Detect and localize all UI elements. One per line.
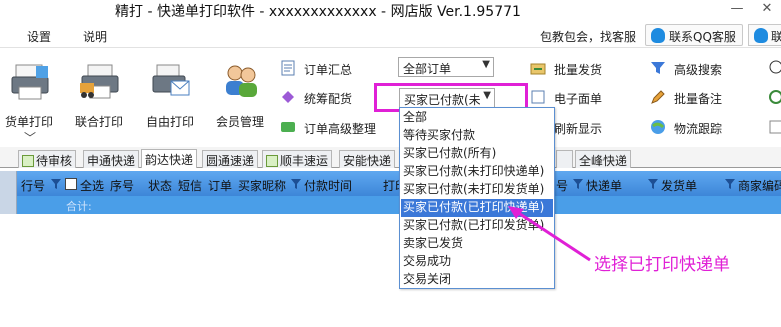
- tab-pending-review[interactable]: 待审核: [18, 150, 77, 168]
- clock-icon[interactable]: [768, 59, 781, 75]
- e-waybill-label: 电子面单: [554, 92, 603, 106]
- refresh-label: 刷新显示: [554, 122, 603, 136]
- col-pay-time[interactable]: 付款时间: [304, 177, 352, 194]
- refresh-round-icon[interactable]: [768, 89, 781, 105]
- tab-quanfeng[interactable]: 全峰快递: [575, 150, 632, 168]
- total-label: 合计:: [66, 200, 92, 213]
- tab-label: 申通快递: [87, 154, 136, 168]
- summary-icon: [281, 60, 295, 76]
- row-indicator-column: [0, 171, 17, 214]
- filter-icon[interactable]: [725, 179, 735, 189]
- chevron-down-icon[interactable]: ﹀: [24, 129, 36, 146]
- col-select-all[interactable]: 全选: [80, 177, 104, 194]
- tab-hidden[interactable]: [556, 150, 573, 168]
- tab-label: 待审核: [36, 154, 73, 168]
- members-icon: [226, 65, 257, 97]
- col-sms[interactable]: 短信: [178, 177, 202, 194]
- pencil-icon: [651, 90, 665, 104]
- col-seq[interactable]: 序号: [110, 177, 134, 194]
- promo-text: 包教包会，找客服: [540, 30, 637, 44]
- batch-note-label: 批量备注: [674, 92, 723, 106]
- funnel-icon: [651, 62, 665, 74]
- free-print-label: 自由打印: [145, 115, 194, 129]
- col-number[interactable]: 号: [556, 177, 568, 194]
- qq-support-label-2: 联系: [771, 30, 781, 44]
- menu-bar: 设置 说明 包教包会，找客服 联系QQ客服 联系: [0, 22, 781, 48]
- filter-icon[interactable]: [573, 179, 583, 189]
- member-manage-label: 会员管理: [215, 115, 264, 129]
- col-status[interactable]: 状态: [148, 177, 172, 194]
- tab-label: 圆通速递: [206, 154, 255, 168]
- qq-support-button[interactable]: 联系QQ客服: [645, 24, 743, 46]
- menu-settings[interactable]: 设置: [27, 28, 51, 45]
- status-option-closed[interactable]: 交易关闭: [401, 271, 553, 289]
- col-order[interactable]: 订单: [208, 177, 232, 194]
- joint-print-button[interactable]: 联合打印: [66, 57, 132, 137]
- annotation-text: 选择已打印快递单: [594, 255, 730, 275]
- select-all-checkbox[interactable]: [65, 178, 77, 190]
- chevron-down-icon: ▼: [482, 59, 490, 70]
- tab-label: 全峰快递: [579, 154, 628, 168]
- order-type-select[interactable]: 全部订单 ▼: [398, 57, 494, 77]
- logistics-track-label: 物流跟踪: [674, 122, 723, 136]
- status-option-all[interactable]: 全部: [401, 109, 553, 127]
- qq-icon: [651, 28, 665, 43]
- tab-sto[interactable]: 申通快递: [83, 150, 140, 168]
- advanced-org-label: 订单高级整理: [304, 122, 377, 136]
- status-option-paid-unprinted-express[interactable]: 买家已付款(未打印快递单): [401, 163, 553, 181]
- filter-icon[interactable]: [648, 179, 658, 189]
- batch-ship-label: 批量发货: [554, 63, 603, 77]
- col-invoice[interactable]: 发货单: [661, 177, 697, 194]
- col-express[interactable]: 快递单: [586, 177, 622, 194]
- order-type-value: 全部订单: [403, 62, 452, 76]
- filter-icon[interactable]: [291, 179, 301, 189]
- invoice-print-button[interactable]: 货单打印: [0, 57, 62, 137]
- member-manage-button[interactable]: 会员管理: [207, 57, 273, 137]
- window-title: 精打 - 快递单打印软件 - xxxxxxxxxxxxx - 网店版 Ver.1…: [115, 4, 521, 20]
- courier-tab-bar: 待审核 申通快递 韵达快递 圆通速递 顺丰速运 安能快递 全峰快递: [0, 147, 781, 168]
- status-option-paid-all[interactable]: 买家已付款(所有): [401, 145, 553, 163]
- advanced-search-label: 高级搜索: [674, 63, 723, 77]
- qq-support-button-2[interactable]: 联系: [748, 24, 781, 46]
- tab-label: 顺丰速运: [280, 154, 329, 168]
- sf-icon: [266, 155, 278, 167]
- tab-anneng[interactable]: 安能快递: [339, 150, 396, 168]
- joint-print-label: 联合打印: [74, 115, 123, 129]
- review-icon: [22, 155, 34, 167]
- minimize-button[interactable]: —: [723, 0, 751, 20]
- batch-ship-icon: [530, 63, 546, 75]
- printer-icon: [11, 64, 49, 100]
- combine-icon: [282, 91, 294, 103]
- status-option-awaiting-payment[interactable]: 等待买家付款: [401, 127, 553, 145]
- tab-label: 安能快递: [343, 154, 392, 168]
- combined-ship-label: 统筹配货: [304, 92, 353, 106]
- waybill-icon: [531, 90, 545, 104]
- close-button[interactable]: ✕: [753, 0, 781, 20]
- invoice-print-label: 货单打印: [4, 115, 53, 129]
- col-merchant-code[interactable]: 商家编码: [738, 177, 781, 194]
- annotation-arrow-icon: [508, 206, 591, 262]
- globe-icon: [651, 120, 665, 134]
- tab-sf[interactable]: 顺丰速运: [262, 150, 333, 168]
- edit-icon[interactable]: [768, 119, 781, 135]
- free-print-icon: [152, 64, 190, 96]
- joint-printer-icon: [80, 64, 119, 99]
- col-row-number[interactable]: 行号: [21, 177, 45, 194]
- menu-about[interactable]: 说明: [83, 28, 107, 45]
- organize-icon: [281, 122, 295, 132]
- qq-icon: [754, 28, 768, 43]
- tab-yto[interactable]: 圆通速递: [202, 150, 259, 168]
- qq-support-label: 联系QQ客服: [669, 30, 736, 44]
- tab-yunda[interactable]: 韵达快递: [141, 149, 198, 168]
- title-bar: 精打 - 快递单打印软件 - xxxxxxxxxxxxx - 网店版 Ver.1…: [0, 0, 781, 22]
- free-print-button[interactable]: 自由打印: [137, 57, 203, 137]
- filter-icon[interactable]: [51, 179, 61, 189]
- order-summary-label: 订单汇总: [304, 63, 353, 77]
- col-buyer-nick[interactable]: 买家昵称: [238, 177, 286, 194]
- tab-label: 韵达快递: [145, 153, 194, 167]
